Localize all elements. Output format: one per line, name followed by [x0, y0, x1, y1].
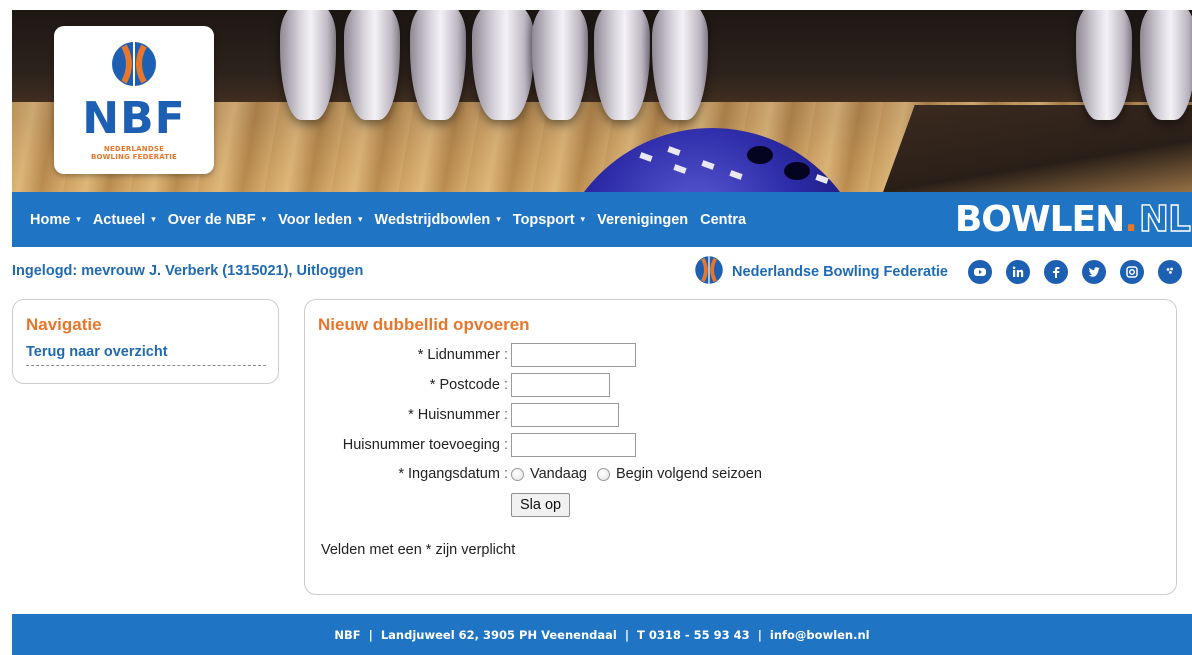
radio-option-begin-volgend-seizoen[interactable]: Begin volgend seizoen — [596, 466, 762, 482]
nav-item-wedstrijdbowlen[interactable]: Wedstrijdbowlen ▾ — [375, 212, 501, 228]
login-status: Ingelogd: mevrouw J. Verberk (1315021), … — [12, 263, 364, 279]
lane-gutter — [882, 105, 1192, 192]
field-label: * Ingangsdatum : — [398, 466, 508, 482]
huisnummer-input[interactable] — [511, 403, 619, 427]
chevron-down-icon: ▾ — [580, 214, 586, 224]
subheader: Ingelogd: mevrouw J. Verberk (1315021), … — [12, 255, 1182, 289]
main-nav: Home ▾ Actueel ▾ Over de NBF ▾ Voor leden ▾ … — [12, 192, 1192, 247]
form-row-lidnummer: * Lidnummer : — [305, 343, 1176, 369]
nav-item-verenigingen[interactable]: Verenigingen — [597, 212, 688, 228]
vandaag-radio[interactable] — [511, 467, 524, 481]
form-row-ingangsdatum: * Ingangsdatum : Vandaag Begin volgend s… — [305, 464, 1176, 490]
bowling-pin — [472, 10, 534, 120]
nbf-ball-icon — [110, 40, 158, 93]
bowling-pin — [1076, 10, 1132, 120]
chevron-down-icon: ▾ — [151, 214, 156, 224]
nav-item-voor-leden[interactable]: Voor leden ▾ — [278, 212, 362, 228]
instagram-icon[interactable] — [1120, 260, 1144, 284]
bowling-pin — [344, 10, 400, 120]
back-to-overview-link[interactable]: Terug naar overzicht — [26, 344, 266, 366]
form-row-huisnummer-toevoeging: Huisnummer toevoeging : — [305, 433, 1176, 459]
nav-items: Home ▾ Actueel ▾ Over de NBF ▾ Voor leden ▾ … — [30, 192, 758, 247]
field-label: * Postcode : — [429, 377, 508, 393]
field-label: * Huisnummer : — [408, 407, 508, 423]
chevron-down-icon: ▾ — [76, 214, 81, 224]
huisnummer-toevoeging-input[interactable] — [511, 433, 636, 457]
federation-name[interactable]: Nederlandse Bowling Federatie — [732, 264, 948, 280]
postcode-input[interactable] — [511, 373, 610, 397]
nav-item-actueel[interactable]: Actueel ▾ — [93, 212, 156, 228]
bowling-pin — [280, 10, 336, 120]
required-fields-note: Velden met een * zijn verplicht — [321, 542, 516, 558]
bowling-ball-icon[interactable] — [1158, 260, 1182, 284]
navigation-panel: Navigatie Terug naar overzicht — [12, 299, 279, 384]
form-title: Nieuw dubbellid opvoeren — [318, 315, 530, 334]
bowlen-nl-wordmark[interactable]: BOWLEN. NL — [955, 198, 1192, 240]
youtube-icon[interactable] — [968, 260, 992, 284]
bowling-pin — [652, 10, 708, 120]
chevron-down-icon: ▾ — [261, 214, 267, 224]
chevron-down-icon: ▾ — [357, 214, 363, 224]
field-label: Huisnummer toevoeging : — [342, 437, 508, 453]
form-row-postcode: * Postcode : — [305, 373, 1176, 399]
nav-item-centra[interactable]: Centra — [700, 212, 746, 228]
bowling-pin — [410, 10, 466, 120]
facebook-icon[interactable] — [1044, 260, 1068, 284]
nav-item-topsport[interactable]: Topsport ▾ — [513, 212, 585, 228]
radio-option-vandaag[interactable]: Vandaag — [511, 466, 587, 482]
ingangsdatum-radio-group: Vandaag Begin volgend seizoen — [511, 466, 772, 482]
footer: NBF | Landjuweel 62, 3905 PH Veenendaal … — [12, 614, 1192, 655]
nbf-logo[interactable]: NBF NEDERLANDSE BOWLING FEDERATIE — [54, 26, 214, 174]
chevron-down-icon: ▾ — [496, 214, 501, 224]
logout-link[interactable]: Uitloggen — [296, 263, 363, 279]
logo-wordmark: NBF — [82, 93, 186, 144]
bowling-pin — [532, 10, 588, 120]
navigation-title: Navigatie — [26, 315, 102, 334]
twitter-icon[interactable] — [1082, 260, 1106, 284]
lidnummer-input[interactable] — [511, 343, 636, 367]
save-button[interactable]: Sla op — [511, 493, 571, 517]
bowling-pin — [594, 10, 650, 120]
field-label: * Lidnummer : — [417, 347, 508, 363]
linkedin-icon[interactable] — [1006, 260, 1030, 284]
form-row-huisnummer: * Huisnummer : — [305, 403, 1176, 429]
federation-ball-icon[interactable] — [694, 255, 724, 290]
nav-item-home[interactable]: Home ▾ — [30, 212, 81, 228]
logo-subtitle: NEDERLANDSE BOWLING FEDERATIE — [90, 145, 178, 161]
nav-item-over-de-nbf[interactable]: Over de NBF ▾ — [168, 212, 266, 228]
new-double-member-form: Nieuw dubbellid opvoeren * Lidnummer : *… — [304, 299, 1177, 595]
begin-volgend-seizoen-radio[interactable] — [596, 467, 610, 481]
federation-block: Nederlandse Bowling Federatie — [694, 255, 1182, 290]
bowling-pin — [1140, 10, 1192, 120]
